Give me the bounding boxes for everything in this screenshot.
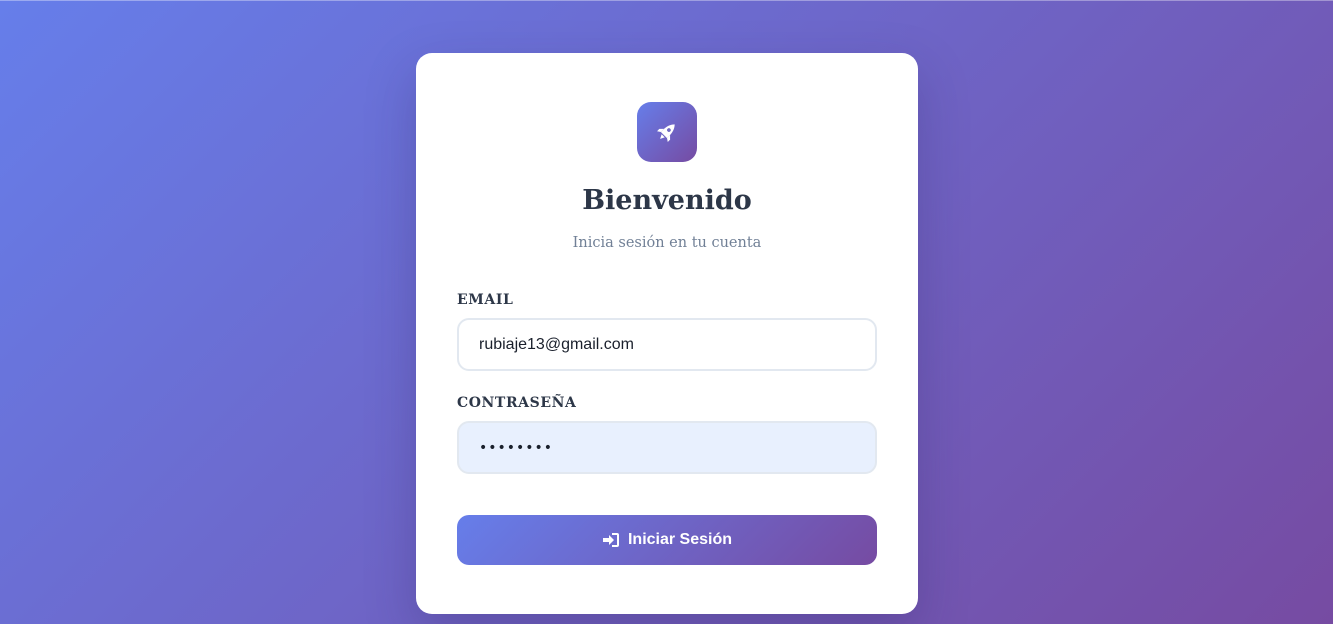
page-subtitle: Inicia sesión en tu cuenta [572,235,762,251]
password-field[interactable] [457,421,877,474]
app-logo [637,102,697,162]
page-title: Bienvenido [582,185,752,216]
login-button-label: Iniciar Sesión [627,531,733,548]
top-edge-line [0,0,1333,1]
password-label: CONTRASEÑA [457,395,577,411]
login-button[interactable]: Iniciar Sesión [457,515,877,565]
sign-in-icon [602,532,620,548]
rocket-icon [654,119,680,145]
email-field[interactable] [457,318,877,371]
login-card: Bienvenido Inicia sesión en tu cuenta EM… [416,53,918,614]
email-label: EMAIL [457,292,514,308]
